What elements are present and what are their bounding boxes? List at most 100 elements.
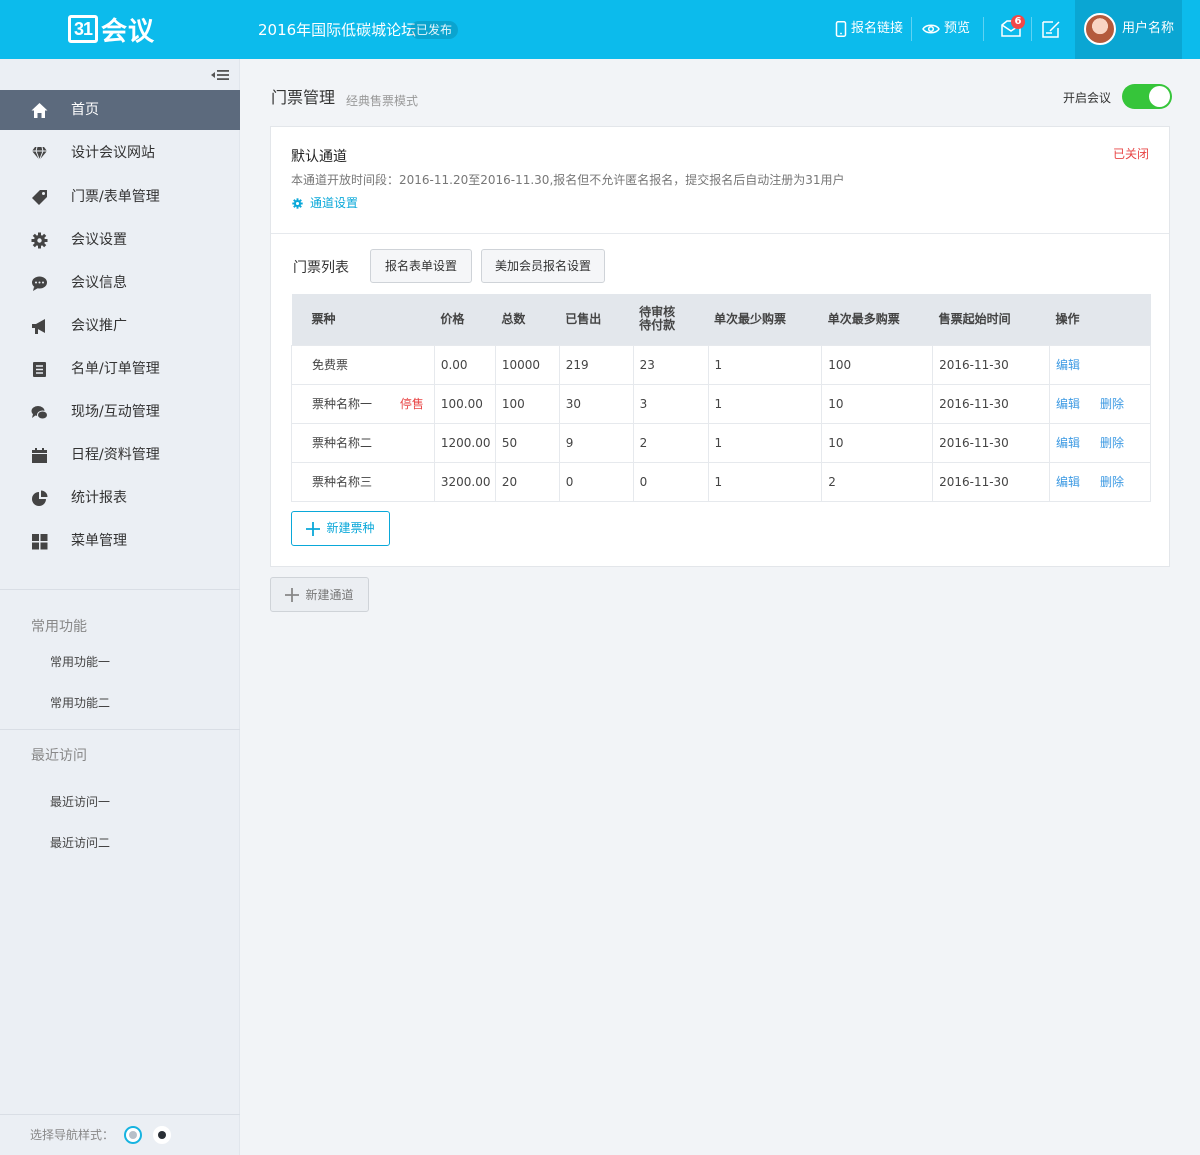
channel-settings-link[interactable]: 通道设置 xyxy=(292,194,358,212)
open-conference-label: 开启会议 xyxy=(1063,91,1112,105)
table-header-row: 票种 价格 总数 已售出 待审核 待付款 单次最少购票 单次最多购票 售票起始时… xyxy=(291,294,1151,345)
column-header: 单次最少购票 xyxy=(708,294,822,345)
new-channel-label: 新建通道 xyxy=(305,588,354,602)
sidebar: 首页 设计会议网站 门票/表单管理 会议设置 会议信息 会议推广 名单/订单管理… xyxy=(0,59,240,1155)
sidebar-item-label: 名单/订单管理 xyxy=(71,361,160,377)
edit-link[interactable]: 编辑 xyxy=(1056,475,1080,489)
edit-link[interactable]: 编辑 xyxy=(1056,358,1080,372)
signup-link-button[interactable]: 报名链接 xyxy=(835,20,903,38)
actions-cell: 编辑 xyxy=(1048,344,1152,385)
conversation-icon xyxy=(31,406,48,420)
channel-panel: 默认通道 已关闭 本通道开放时间段：2016-11.20至2016-11.30,… xyxy=(270,126,1170,567)
page-title: 门票管理 xyxy=(271,88,336,107)
preview-button[interactable]: 预览 xyxy=(922,20,970,38)
common-function-item[interactable]: 常用功能二 xyxy=(50,694,110,712)
max-purchase-cell: 2 xyxy=(821,461,934,502)
total-cell: 50 xyxy=(494,422,560,463)
total-cell: 10000 xyxy=(494,344,560,385)
nav-style-light-radio[interactable] xyxy=(124,1126,142,1144)
channel-settings-label: 通道设置 xyxy=(310,196,359,210)
sidebar-item-tickets[interactable]: 门票/表单管理 xyxy=(0,177,240,217)
form-settings-button[interactable]: 报名表单设置 xyxy=(370,249,472,283)
nav-style-label: 选择导航样式： xyxy=(30,1128,115,1142)
pending-cell: 0 xyxy=(632,461,709,502)
new-ticket-button[interactable]: 新建票种 xyxy=(291,511,390,546)
sidebar-item-label: 会议信息 xyxy=(71,275,127,291)
common-function-item[interactable]: 常用功能一 xyxy=(50,653,110,671)
sidebar-item-onsite[interactable]: 现场/互动管理 xyxy=(0,392,240,432)
ticket-name-cell: 票种名称一 停售 xyxy=(291,383,435,424)
open-conference-toggle[interactable] xyxy=(1122,84,1172,109)
eye-icon xyxy=(922,24,940,34)
sidebar-item-label: 现场/互动管理 xyxy=(71,404,160,420)
status-badge: 已发布 xyxy=(410,21,459,39)
max-purchase-cell: 10 xyxy=(821,383,934,424)
ticket-name-cell: 免费票 xyxy=(291,344,435,385)
actions-cell: 编辑 删除 xyxy=(1048,461,1152,502)
sidebar-item-label: 门票/表单管理 xyxy=(71,189,160,205)
recent-visit-item[interactable]: 最近访问一 xyxy=(50,793,110,811)
recent-visit-item[interactable]: 最近访问二 xyxy=(50,834,110,852)
divider xyxy=(1031,17,1032,41)
delete-link[interactable]: 删除 xyxy=(1100,436,1124,450)
min-purchase-cell: 1 xyxy=(707,344,823,385)
ticket-name: 票种名称三 xyxy=(312,475,373,489)
user-menu[interactable]: 用户名称 xyxy=(1075,0,1182,59)
column-header: 价格 xyxy=(434,294,496,345)
sidebar-item-orders[interactable]: 名单/订单管理 xyxy=(0,349,240,389)
edit-link[interactable]: 编辑 xyxy=(1056,436,1080,450)
stopped-tag: 停售 xyxy=(399,397,424,411)
sidebar-item-design-site[interactable]: 设计会议网站 xyxy=(0,133,240,173)
sidebar-item-info[interactable]: 会议信息 xyxy=(0,263,240,303)
divider xyxy=(983,17,984,41)
column-header: 操作 xyxy=(1049,294,1151,345)
column-header: 单次最多购票 xyxy=(821,294,933,345)
divider xyxy=(0,589,240,590)
table-row: 票种名称三 3200.00 20 0 0 1 2 2016-11-30 编辑 删除 xyxy=(291,461,1152,502)
divider xyxy=(911,17,912,41)
ticket-name: 票种名称二 xyxy=(312,436,373,450)
sidebar-item-reports[interactable]: 统计报表 xyxy=(0,478,240,518)
calendar-icon xyxy=(32,448,47,463)
mobile-icon xyxy=(835,21,847,37)
table-row: 免费票 0.00 10000 219 23 1 100 2016-11-30 编… xyxy=(291,344,1152,385)
sale-start-cell: 2016-11-30 xyxy=(932,461,1050,502)
top-bar: 31 会议 2016年国际低碳城论坛 已发布 报名链接 预览 6 用户名称 xyxy=(0,0,1200,59)
sidebar-item-promotion[interactable]: 会议推广 xyxy=(0,306,240,346)
toggle-knob xyxy=(1149,86,1170,107)
delete-link[interactable]: 删除 xyxy=(1100,475,1124,489)
sidebar-item-home[interactable]: 首页 xyxy=(0,90,240,130)
sidebar-item-settings[interactable]: 会议设置 xyxy=(0,220,240,260)
grid-icon xyxy=(32,534,48,550)
sidebar-item-label: 菜单管理 xyxy=(71,533,127,549)
nav-style-dark-radio[interactable] xyxy=(153,1126,171,1144)
sidebar-item-label: 统计报表 xyxy=(71,490,127,506)
collapse-sidebar-icon[interactable] xyxy=(211,68,229,82)
sale-start-cell: 2016-11-30 xyxy=(932,383,1050,424)
sidebar-item-schedule[interactable]: 日程/资料管理 xyxy=(0,435,240,475)
delete-link[interactable]: 删除 xyxy=(1100,397,1124,411)
app-logo[interactable]: 31 会议 xyxy=(68,13,155,47)
column-header: 总数 xyxy=(495,294,560,345)
actions-cell: 编辑 删除 xyxy=(1048,383,1152,424)
new-channel-button[interactable]: 新建通道 xyxy=(270,577,369,612)
ticket-name-cell: 票种名称二 xyxy=(291,422,435,463)
edit-link[interactable]: 编辑 xyxy=(1056,397,1080,411)
edit-note-icon[interactable] xyxy=(1040,18,1062,40)
price-cell: 0.00 xyxy=(433,344,496,385)
divider xyxy=(0,1114,240,1115)
sidebar-item-label: 首页 xyxy=(71,102,99,118)
channel-description: 本通道开放时间段：2016-11.20至2016-11.30,报名但不允许匿名报… xyxy=(291,173,845,187)
sidebar-item-menu[interactable]: 菜单管理 xyxy=(0,521,240,561)
pie-chart-icon xyxy=(32,490,48,506)
member-settings-button[interactable]: 美加会员报名设置 xyxy=(481,249,605,283)
ticket-name-cell: 票种名称三 xyxy=(291,461,435,502)
avatar xyxy=(1084,13,1116,45)
ticket-table: 票种 价格 总数 已售出 待审核 待付款 单次最少购票 单次最多购票 售票起始时… xyxy=(291,294,1152,502)
diamond-icon xyxy=(32,146,47,161)
column-header: 售票起始时间 xyxy=(932,294,1050,345)
table-row: 票种名称一 停售 100.00 100 30 3 1 10 2016-11-30 … xyxy=(291,383,1152,424)
sidebar-item-label: 日程/资料管理 xyxy=(71,447,160,463)
price-cell: 3200.00 xyxy=(433,461,496,502)
sold-cell: 219 xyxy=(558,344,634,385)
